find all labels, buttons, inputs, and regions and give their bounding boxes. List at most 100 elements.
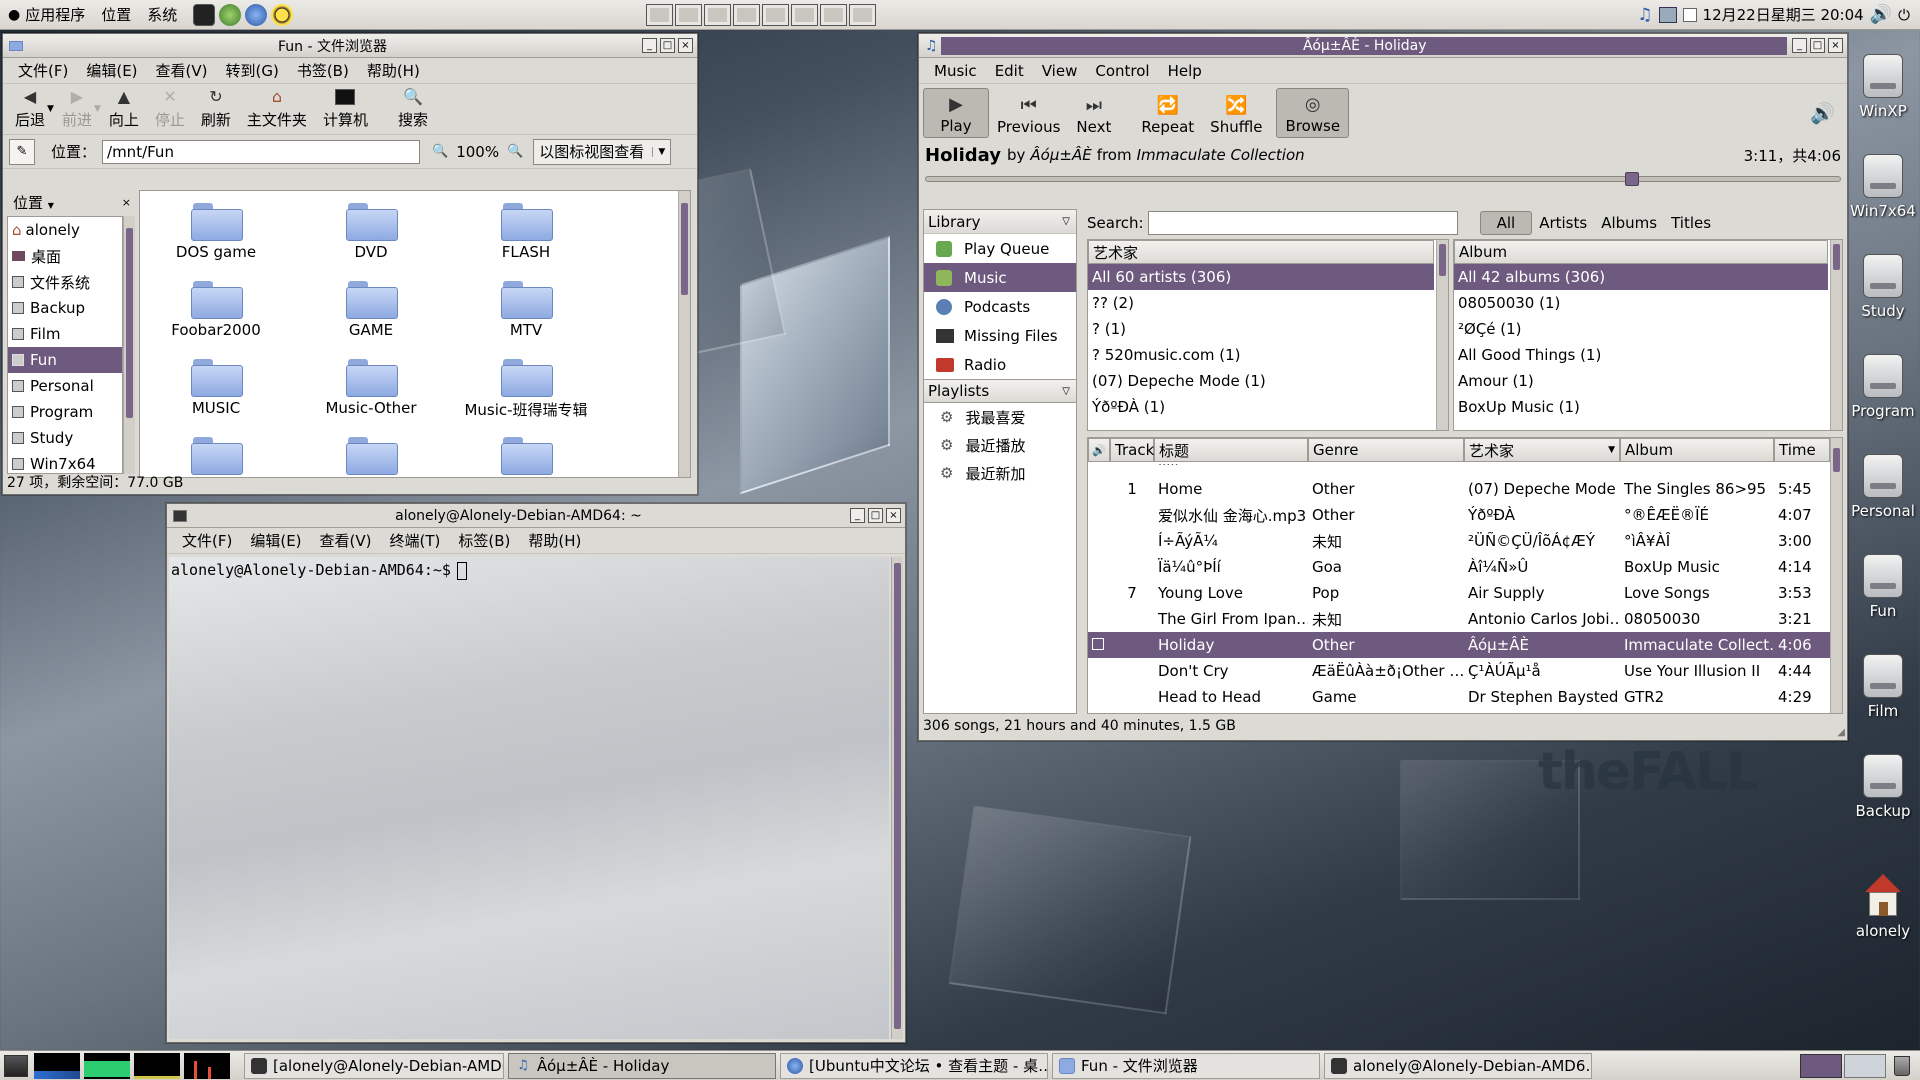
- desktop-icon-study[interactable]: Study: [1838, 254, 1920, 320]
- file-browser-titlebar[interactable]: Fun - 文件浏览器 _ □ ×: [3, 34, 697, 58]
- place-item[interactable]: Program: [8, 399, 122, 425]
- browse-button[interactable]: ◎ Browse: [1276, 88, 1350, 138]
- volume-icon[interactable]: 🔊: [1870, 4, 1892, 25]
- workspace-pager[interactable]: [1800, 1053, 1886, 1078]
- location-toggle-button[interactable]: ✎: [9, 138, 35, 165]
- repeat-button[interactable]: 🔁 Repeat: [1133, 88, 1202, 138]
- column-genre[interactable]: Genre: [1308, 438, 1464, 462]
- task-rhythmbox[interactable]: ♫ Âóµ±ÂÈ - Holiday: [508, 1052, 776, 1079]
- trash-icon[interactable]: [1894, 1055, 1910, 1076]
- terminal-launcher-icon[interactable]: [193, 3, 216, 26]
- next-button[interactable]: ⏭ Next: [1068, 88, 1119, 138]
- folder-item[interactable]: Music-班得瑞专辑: [446, 359, 606, 420]
- network-monitor[interactable]: [134, 1052, 180, 1079]
- folder-item[interactable]: GAME: [311, 281, 431, 339]
- menu-file[interactable]: 文件(F): [173, 530, 241, 551]
- reload-button[interactable]: ↻ 刷新: [193, 86, 239, 132]
- places-menu[interactable]: 位置: [93, 0, 139, 30]
- desktop-icon-film[interactable]: Film: [1838, 654, 1920, 720]
- menu-terminal[interactable]: 终端(T): [381, 530, 450, 551]
- place-item[interactable]: Backup: [8, 295, 122, 321]
- desktop-icon-personal[interactable]: Personal: [1838, 454, 1920, 520]
- folder-item-partial[interactable]: [156, 437, 276, 477]
- place-item[interactable]: Personal: [8, 373, 122, 399]
- task-file-browser[interactable]: Fun - 文件浏览器: [1052, 1052, 1320, 1079]
- clock[interactable]: 12月22日星期三 20:04: [1703, 4, 1864, 25]
- task-browser[interactable]: [Ubuntu中文论坛 • 查看主题 - 桌…: [780, 1052, 1048, 1079]
- artist-item[interactable]: ? (1): [1088, 316, 1448, 342]
- desktop-icon-win7x64[interactable]: Win7x64: [1838, 154, 1920, 220]
- menu-view[interactable]: View: [1033, 62, 1087, 80]
- source-item-selected[interactable]: Music: [924, 263, 1076, 292]
- folder-item-partial[interactable]: [311, 437, 431, 477]
- song-row[interactable]: Don't Cry ÆäËûÀà±ð¡Other … Ç¹ÀÚÃµ¹å Use You…: [1088, 658, 1830, 684]
- place-item-selected[interactable]: Fun: [8, 347, 122, 373]
- menu-view[interactable]: 查看(V): [147, 60, 217, 81]
- place-item[interactable]: ⌂ alonely: [8, 217, 122, 243]
- place-item[interactable]: Study: [8, 425, 122, 451]
- zoom-out-icon[interactable]: 🔍: [432, 144, 448, 159]
- shuffle-button[interactable]: 🔀 Shuffle: [1202, 88, 1270, 138]
- album-item[interactable]: All Good Things (1): [1454, 342, 1842, 368]
- close-button[interactable]: ×: [1828, 38, 1843, 53]
- desktop-icon-fun[interactable]: Fun: [1838, 554, 1920, 620]
- minimize-button[interactable]: _: [850, 508, 865, 523]
- web-launcher-icon[interactable]: [245, 3, 268, 26]
- playlist-item[interactable]: ⚙ 最近新加: [924, 459, 1076, 487]
- folder-item[interactable]: DOS game: [156, 203, 276, 261]
- side-pane-selector[interactable]: 位置 ▼: [13, 192, 54, 213]
- menu-control[interactable]: Control: [1086, 62, 1158, 80]
- workspace-7[interactable]: [820, 3, 848, 26]
- workspace-8[interactable]: [849, 3, 877, 26]
- playing-column-header[interactable]: 🔊: [1088, 438, 1110, 462]
- menu-view[interactable]: 查看(V): [311, 530, 381, 551]
- close-button[interactable]: ×: [678, 38, 693, 53]
- source-item[interactable]: Play Queue: [924, 234, 1076, 263]
- scroll-thumb[interactable]: [894, 563, 901, 1029]
- folder-item[interactable]: MUSIC: [156, 359, 276, 417]
- music-note-icon[interactable]: ♫: [1637, 5, 1652, 25]
- album-item-selected[interactable]: All 42 albums (306): [1454, 264, 1828, 290]
- network-icon[interactable]: [1658, 6, 1677, 23]
- menu-edit[interactable]: 编辑(E): [241, 530, 310, 551]
- menu-file[interactable]: 文件(F): [9, 60, 77, 81]
- artist-item[interactable]: ÝðºÐÀ (1): [1088, 394, 1448, 420]
- menu-help[interactable]: 帮助(H): [519, 530, 590, 551]
- album-item[interactable]: ²ØÇé (1): [1454, 316, 1842, 342]
- menu-music[interactable]: Music: [925, 62, 986, 80]
- minimize-button[interactable]: _: [1792, 38, 1807, 53]
- desktop-icon-program[interactable]: Program: [1838, 354, 1920, 420]
- filter-titles-button[interactable]: Titles: [1664, 212, 1718, 234]
- task-terminal-2[interactable]: alonely@Alonely-Debian-AMD6…: [1324, 1052, 1592, 1079]
- maximize-button[interactable]: □: [1810, 38, 1825, 53]
- desktop-icon-home[interactable]: alonely: [1838, 874, 1920, 940]
- folder-item[interactable]: Music-Other: [311, 359, 431, 417]
- desktop-icon-winxp[interactable]: WinXP: [1838, 54, 1920, 120]
- folder-item[interactable]: Foobar2000: [156, 281, 276, 339]
- place-item[interactable]: Win7x64: [8, 451, 122, 473]
- play-button[interactable]: ▶ Play: [923, 88, 989, 138]
- disk-monitor[interactable]: [184, 1052, 230, 1079]
- song-row-playing[interactable]: Holiday Other Âóµ±ÂÈ Immaculate Collect… 4:0…: [1088, 632, 1830, 658]
- pager-workspace-2[interactable]: [1844, 1053, 1886, 1078]
- artist-item[interactable]: ?? (2): [1088, 290, 1448, 316]
- computer-button[interactable]: 计算机: [315, 86, 376, 132]
- workspace-4[interactable]: [733, 3, 761, 26]
- location-input[interactable]: /mnt/Fun: [102, 139, 421, 164]
- forward-history-dropdown-icon[interactable]: ▼: [94, 104, 101, 114]
- terminal-area[interactable]: alonely@Alonely-Debian-AMD64:~$: [169, 557, 889, 1039]
- song-row[interactable]: The Girl From Ipan… 未知 Antonio Carlos Jobi…: [1088, 606, 1830, 632]
- workspace-switcher[interactable]: [645, 3, 877, 26]
- song-row[interactable]: 爱似水仙 金海心.mp3 Other ÝðºÐÀ °®ÊÆË®ÏÉ 4:07: [1088, 502, 1830, 528]
- show-desktop-icon[interactable]: [4, 1054, 28, 1077]
- album-item[interactable]: BoxUp Music (1): [1454, 394, 1842, 420]
- zoom-level[interactable]: 100%: [456, 143, 499, 161]
- power-icon[interactable]: ⏻: [1898, 6, 1910, 24]
- minimize-button[interactable]: _: [642, 38, 657, 53]
- menu-go[interactable]: 转到(G): [217, 60, 288, 81]
- scroll-thumb[interactable]: [1439, 244, 1446, 276]
- place-item[interactable]: 文件系统: [8, 269, 122, 295]
- seek-bar[interactable]: [925, 170, 1841, 188]
- menu-edit[interactable]: Edit: [986, 62, 1033, 80]
- song-row[interactable]: Ïä¼û°ÞÍí Goa Àî¼Ñ»Û BoxUp Music 4:14: [1088, 554, 1830, 580]
